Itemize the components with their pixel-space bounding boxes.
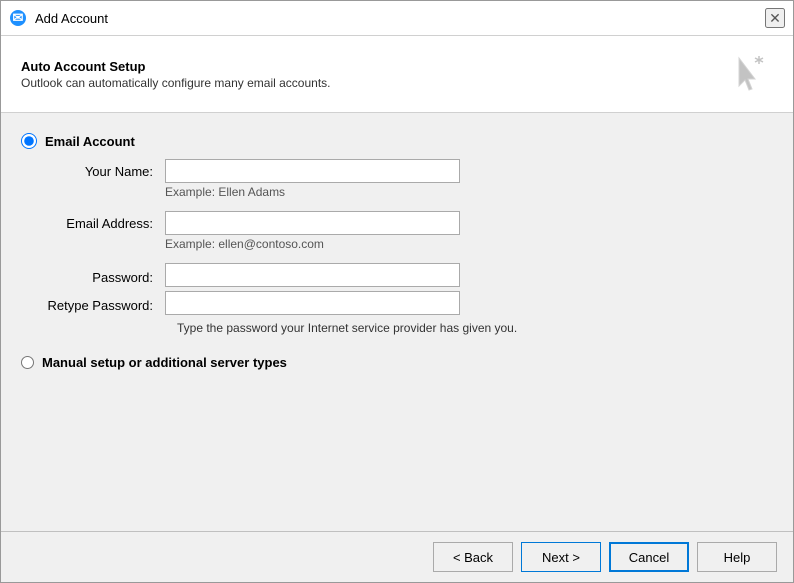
back-button[interactable]: < Back <box>433 542 513 572</box>
email-address-label: Email Address: <box>45 211 165 231</box>
manual-setup-option[interactable]: Manual setup or additional server types <box>21 355 773 370</box>
retype-password-label: Retype Password: <box>45 293 165 313</box>
manual-setup-label[interactable]: Manual setup or additional server types <box>42 355 287 370</box>
email-account-fields: Your Name: Example: Ellen Adams Email Ad… <box>45 159 773 345</box>
star-cursor-icon <box>725 50 773 98</box>
your-name-input-group: Example: Ellen Adams <box>165 159 460 207</box>
svg-text:✉: ✉ <box>13 10 24 25</box>
email-account-option[interactable]: Email Account <box>21 133 773 149</box>
title-bar-left: ✉ Add Account <box>9 9 108 27</box>
email-address-input-group: Example: ellen@contoso.com <box>165 211 460 259</box>
your-name-label: Your Name: <box>45 159 165 179</box>
your-name-input[interactable] <box>165 159 460 183</box>
your-name-row: Your Name: Example: Ellen Adams <box>45 159 773 207</box>
header-title: Auto Account Setup <box>21 59 331 74</box>
footer-section: < Back Next > Cancel Help <box>1 531 793 582</box>
next-button[interactable]: Next > <box>521 542 601 572</box>
wizard-icon <box>725 50 773 98</box>
password-label: Password: <box>45 265 165 285</box>
password-input[interactable] <box>165 263 460 287</box>
password-row: Password: <box>45 263 773 287</box>
title-bar: ✉ Add Account ✕ <box>1 1 793 36</box>
form-area: Email Account Your Name: Example: Ellen … <box>1 113 793 531</box>
dialog-title: Add Account <box>35 11 108 26</box>
retype-password-input[interactable] <box>165 291 460 315</box>
email-account-radio[interactable] <box>21 133 37 149</box>
manual-setup-radio[interactable] <box>21 356 34 369</box>
add-account-dialog: ✉ Add Account ✕ Auto Account Setup Outlo… <box>0 0 794 583</box>
retype-password-row: Retype Password: <box>45 291 773 315</box>
email-address-input[interactable] <box>165 211 460 235</box>
your-name-example: Example: Ellen Adams <box>165 185 460 199</box>
close-button[interactable]: ✕ <box>765 8 785 28</box>
email-address-row: Email Address: Example: ellen@contoso.co… <box>45 211 773 259</box>
cancel-button[interactable]: Cancel <box>609 542 689 572</box>
header-section: Auto Account Setup Outlook can automatic… <box>1 36 793 113</box>
password-hint: Type the password your Internet service … <box>177 321 773 335</box>
header-subtitle: Outlook can automatically configure many… <box>21 76 331 90</box>
email-account-label[interactable]: Email Account <box>45 134 135 149</box>
help-button[interactable]: Help <box>697 542 777 572</box>
header-text: Auto Account Setup Outlook can automatic… <box>21 59 331 90</box>
email-address-example: Example: ellen@contoso.com <box>165 237 460 251</box>
dialog-icon: ✉ <box>9 9 27 27</box>
